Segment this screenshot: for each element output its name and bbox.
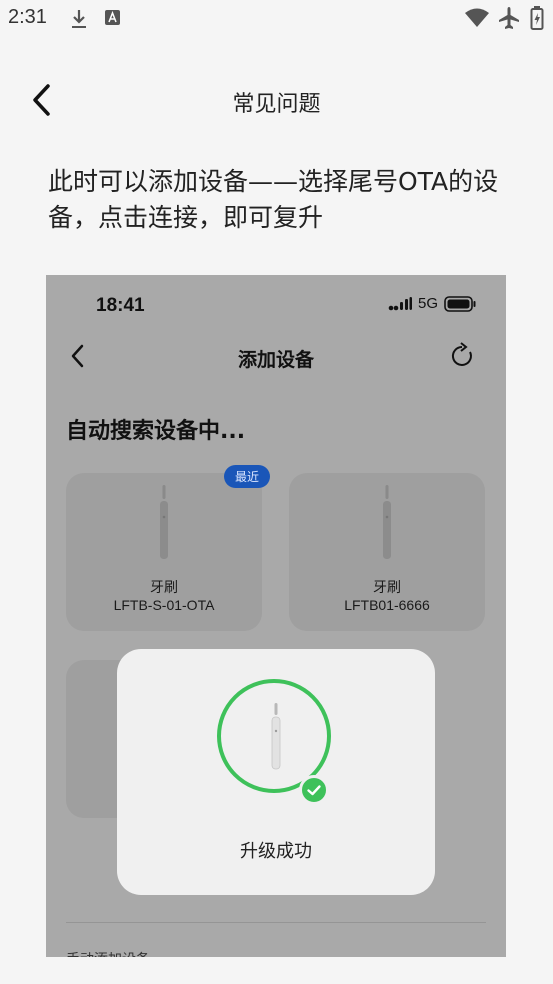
screenshot-network-status: 5G: [388, 295, 476, 312]
device-model: LFTB01-6666: [344, 597, 430, 613]
searching-status: 自动搜索设备中...: [66, 419, 246, 444]
instruction-screenshot: 18:41 5G 添加设备 自动搜索设备中... 最近 牙刷 LFTB-S-01…: [46, 275, 506, 957]
upgrade-success-text: 升级成功: [240, 841, 312, 862]
wifi-icon: [464, 7, 490, 33]
checkmark-icon: [299, 775, 329, 805]
divider: [66, 922, 486, 923]
battery-icon: [530, 6, 544, 34]
device-card: 牙刷 LFTB01-6666: [289, 473, 485, 631]
device-name: 牙刷: [150, 580, 178, 596]
download-icon: [70, 8, 88, 34]
app-header: 常见问题: [0, 60, 553, 140]
faq-description: 此时可以添加设备——选择尾号OTA的设备，点击连接，即可复升: [48, 167, 499, 232]
page-title: 常见问题: [232, 92, 321, 117]
upgrade-success-dialog: 升级成功: [117, 649, 435, 895]
status-bar: 2:31: [0, 0, 553, 38]
device-name: 牙刷: [373, 580, 401, 596]
screenshot-header: 添加设备: [46, 337, 506, 377]
airplane-icon: [498, 6, 520, 34]
toothbrush-icon: [383, 485, 391, 559]
signal-bars-icon: [388, 296, 412, 310]
font-a-icon: [104, 8, 121, 32]
toothbrush-icon: [160, 485, 168, 559]
recent-badge: 最近: [223, 465, 270, 488]
screenshot-status-time: 18:41: [96, 295, 145, 316]
screenshot-title: 添加设备: [237, 349, 314, 371]
manual-add-label: 手动添加设备: [66, 949, 150, 957]
device-model: LFTB-S-01-OTA: [113, 597, 215, 613]
refresh-icon: [450, 341, 476, 375]
status-time: 2:31: [8, 6, 47, 28]
device-card: 最近 牙刷 LFTB-S-01-OTA: [66, 465, 270, 631]
toothbrush-icon: [271, 703, 281, 770]
network-type: 5G: [417, 295, 438, 312]
battery-icon: [444, 295, 476, 312]
